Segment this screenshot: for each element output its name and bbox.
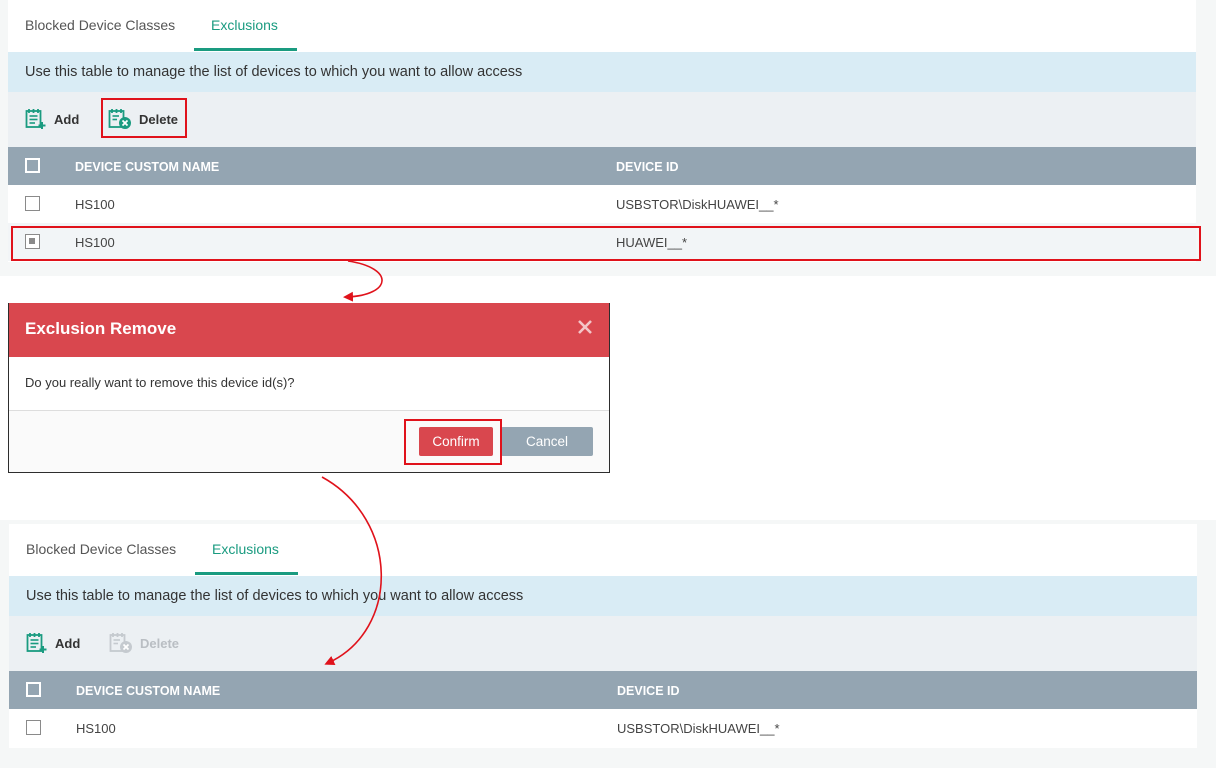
info-bar: Use this table to manage the list of dev…: [8, 52, 1196, 92]
cell-device-name: HS100: [75, 235, 115, 250]
tab-blocked-device-classes[interactable]: Blocked Device Classes: [25, 17, 175, 33]
cell-device-name: HS100: [75, 197, 115, 212]
column-header-device-name: DEVICE CUSTOM NAME: [76, 684, 221, 698]
confirm-button[interactable]: Confirm: [419, 427, 493, 456]
select-all-checkbox[interactable]: [26, 682, 41, 697]
cell-device-id: USBSTOR\DiskHUAWEI__*: [617, 721, 780, 736]
row-checkbox-checked[interactable]: [25, 234, 40, 249]
exclusion-remove-dialog: Exclusion Remove Do you really want to r…: [8, 303, 610, 473]
cancel-button[interactable]: Cancel: [501, 427, 593, 456]
table-header: DEVICE CUSTOM NAME DEVICE ID: [8, 147, 1196, 185]
toolbar: Add Delete: [9, 616, 1197, 671]
cell-device-id: USBSTOR\DiskHUAWEI__*: [616, 197, 779, 212]
add-list-icon: [25, 109, 46, 129]
select-all-checkbox[interactable]: [25, 158, 40, 173]
active-tab-indicator: [194, 48, 297, 51]
exclusions-panel-after: Blocked Device Classes Exclusions Use th…: [9, 524, 1197, 748]
table-header: DEVICE CUSTOM NAME DEVICE ID: [9, 671, 1197, 709]
cell-device-id: HUAWEI__*: [616, 235, 688, 250]
tab-exclusions[interactable]: Exclusions: [211, 17, 278, 33]
tab-exclusions[interactable]: Exclusions: [212, 541, 279, 557]
toolbar: Add Delete: [8, 92, 1196, 147]
tab-bar: Blocked Device Classes Exclusions: [9, 524, 1197, 576]
table-row[interactable]: HS100 USBSTOR\DiskHUAWEI__*: [9, 709, 1197, 747]
close-icon[interactable]: [577, 319, 593, 335]
delete-button-disabled: Delete: [109, 629, 179, 657]
dialog-header: Exclusion Remove: [9, 303, 609, 357]
delete-button[interactable]: Delete: [108, 105, 178, 133]
column-header-device-id: DEVICE ID: [616, 160, 679, 174]
dialog-footer: Confirm Cancel: [9, 411, 609, 472]
delete-button-label: Delete: [140, 635, 180, 651]
active-tab-indicator: [195, 572, 298, 575]
table-row[interactable]: HS100 USBSTOR\DiskHUAWEI__*: [8, 185, 1196, 223]
add-button-label: Add: [54, 111, 80, 127]
tab-blocked-device-classes[interactable]: Blocked Device Classes: [26, 541, 176, 557]
info-bar: Use this table to manage the list of dev…: [9, 576, 1197, 616]
add-button[interactable]: Add: [26, 629, 80, 657]
column-header-device-id: DEVICE ID: [617, 684, 680, 698]
add-button-label: Add: [55, 635, 81, 651]
cell-device-name: HS100: [76, 721, 116, 736]
delete-list-icon: [109, 633, 132, 653]
tab-bar: Blocked Device Classes Exclusions: [8, 0, 1196, 52]
row-checkbox[interactable]: [26, 720, 41, 735]
exclusions-panel-before: Blocked Device Classes Exclusions Use th…: [8, 0, 1196, 262]
table-row-selected[interactable]: HS100 HUAWEI__*: [8, 223, 1196, 261]
column-header-device-name: DEVICE CUSTOM NAME: [75, 160, 220, 174]
add-list-icon: [26, 633, 47, 653]
delete-button-label: Delete: [139, 111, 179, 127]
row-checkbox[interactable]: [25, 196, 40, 211]
dialog-title: Exclusion Remove: [25, 319, 177, 338]
add-button[interactable]: Add: [25, 105, 79, 133]
dialog-message: Do you really want to remove this device…: [25, 375, 295, 390]
delete-list-icon: [108, 109, 131, 129]
